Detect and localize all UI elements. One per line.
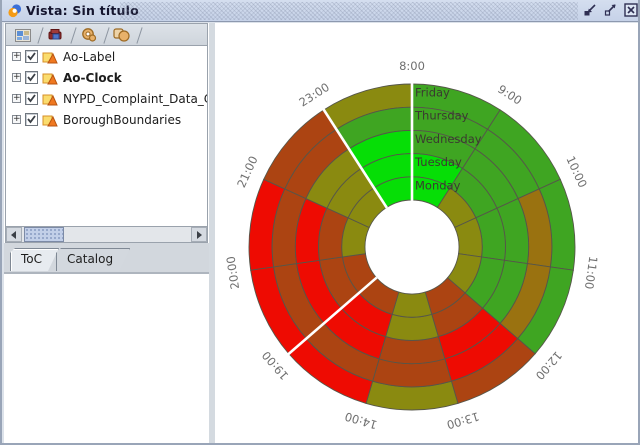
toc-panel: + Ao-Label + Ao-Clock + [4,23,209,443]
titlebar-texture [120,2,578,20]
layer-tree: + Ao-Label + Ao-Clock + [5,45,208,226]
layer-checkbox[interactable] [25,113,38,126]
layer-row-ao-clock: + Ao-Clock [6,67,207,88]
checkmark-icon [28,95,35,101]
hour-label: 9:00 [495,82,524,108]
checkmark-icon [28,74,35,80]
clock-sector-cell [392,292,432,317]
scroll-left-button[interactable] [6,227,22,242]
donut-tab[interactable] [72,25,105,45]
layer-checkbox[interactable] [25,92,38,105]
hour-label: 11:00 [582,255,601,290]
checkmark-icon [28,116,35,122]
expand-icon[interactable]: + [12,73,21,82]
day-ring-label: Tuesday [414,155,462,169]
minimize-button[interactable] [583,2,598,17]
layer-icon [42,92,58,106]
layer-checkbox[interactable] [25,50,38,63]
hour-label: 14:00 [343,409,379,432]
gvsig-logo-icon [7,3,22,18]
hour-label: 12:00 [533,348,565,382]
maximize-button[interactable] [603,2,618,17]
scrollbar-thumb[interactable] [24,227,64,242]
day-ring-label: Thursday [414,109,469,123]
tab-toc[interactable]: ToC [10,248,59,271]
expand-icon[interactable]: + [12,115,21,124]
hour-label: 23:00 [296,80,331,110]
shapes-tab[interactable] [105,25,138,45]
layer-label[interactable]: Ao-Label [63,50,115,64]
toc-header-tabs [5,23,208,45]
vista-window: Vista: Sin título [0,0,640,445]
layer-icon [42,113,58,127]
scrollbar-track[interactable] [22,227,191,242]
layer-icon [42,71,58,85]
clock-sector-cell [386,314,439,340]
close-button[interactable] [623,2,638,17]
scroll-right-button[interactable] [191,227,207,242]
hour-label: 20:00 [224,255,243,290]
expand-icon[interactable]: + [12,52,21,61]
layer-label[interactable]: NYPD_Complaint_Data_C [63,92,208,106]
hour-label: 13:00 [445,409,481,432]
hour-label: 8:00 [399,59,425,73]
layer-row-boroughs: + BoroughBoundaries [6,109,207,130]
left-arrow-icon [11,231,16,239]
layer-checkbox[interactable] [25,71,38,84]
tab-catalog[interactable]: Catalog [56,248,130,271]
map-canvas[interactable]: 8:00 9:00 10:00 11:00 12:00 13:00 14:00 19:00 20… [215,23,640,443]
layer-label[interactable]: BoroughBoundaries [63,113,181,127]
day-ring-label: Wednesday [415,132,482,146]
layer-row-ao-label: + Ao-Label [6,46,207,67]
layer-label[interactable]: Ao-Clock [63,71,122,85]
empty-panel-area [4,274,209,443]
clock-chart: 8:00 9:00 10:00 11:00 12:00 13:00 14:00 19:00 20… [215,23,640,443]
checkmark-icon [28,53,35,59]
day-ring-label: Friday [415,86,450,100]
layer-row-nypd: + NYPD_Complaint_Data_C [6,88,207,109]
hour-label: 19:00 [259,348,291,382]
hour-label: 10:00 [563,154,590,190]
day-ring-label: Monday [415,178,461,192]
panel-tab-bar: ToC Catalog [4,243,209,274]
window-titlebar[interactable]: Vista: Sin título [2,0,640,22]
horizontal-scrollbar[interactable] [5,226,208,243]
layer-icon [42,50,58,64]
map-preview-tab[interactable] [6,25,39,45]
right-arrow-icon [197,231,202,239]
expand-icon[interactable]: + [12,94,21,103]
symbology-tab[interactable] [39,25,72,45]
hour-label: 21:00 [234,154,261,190]
